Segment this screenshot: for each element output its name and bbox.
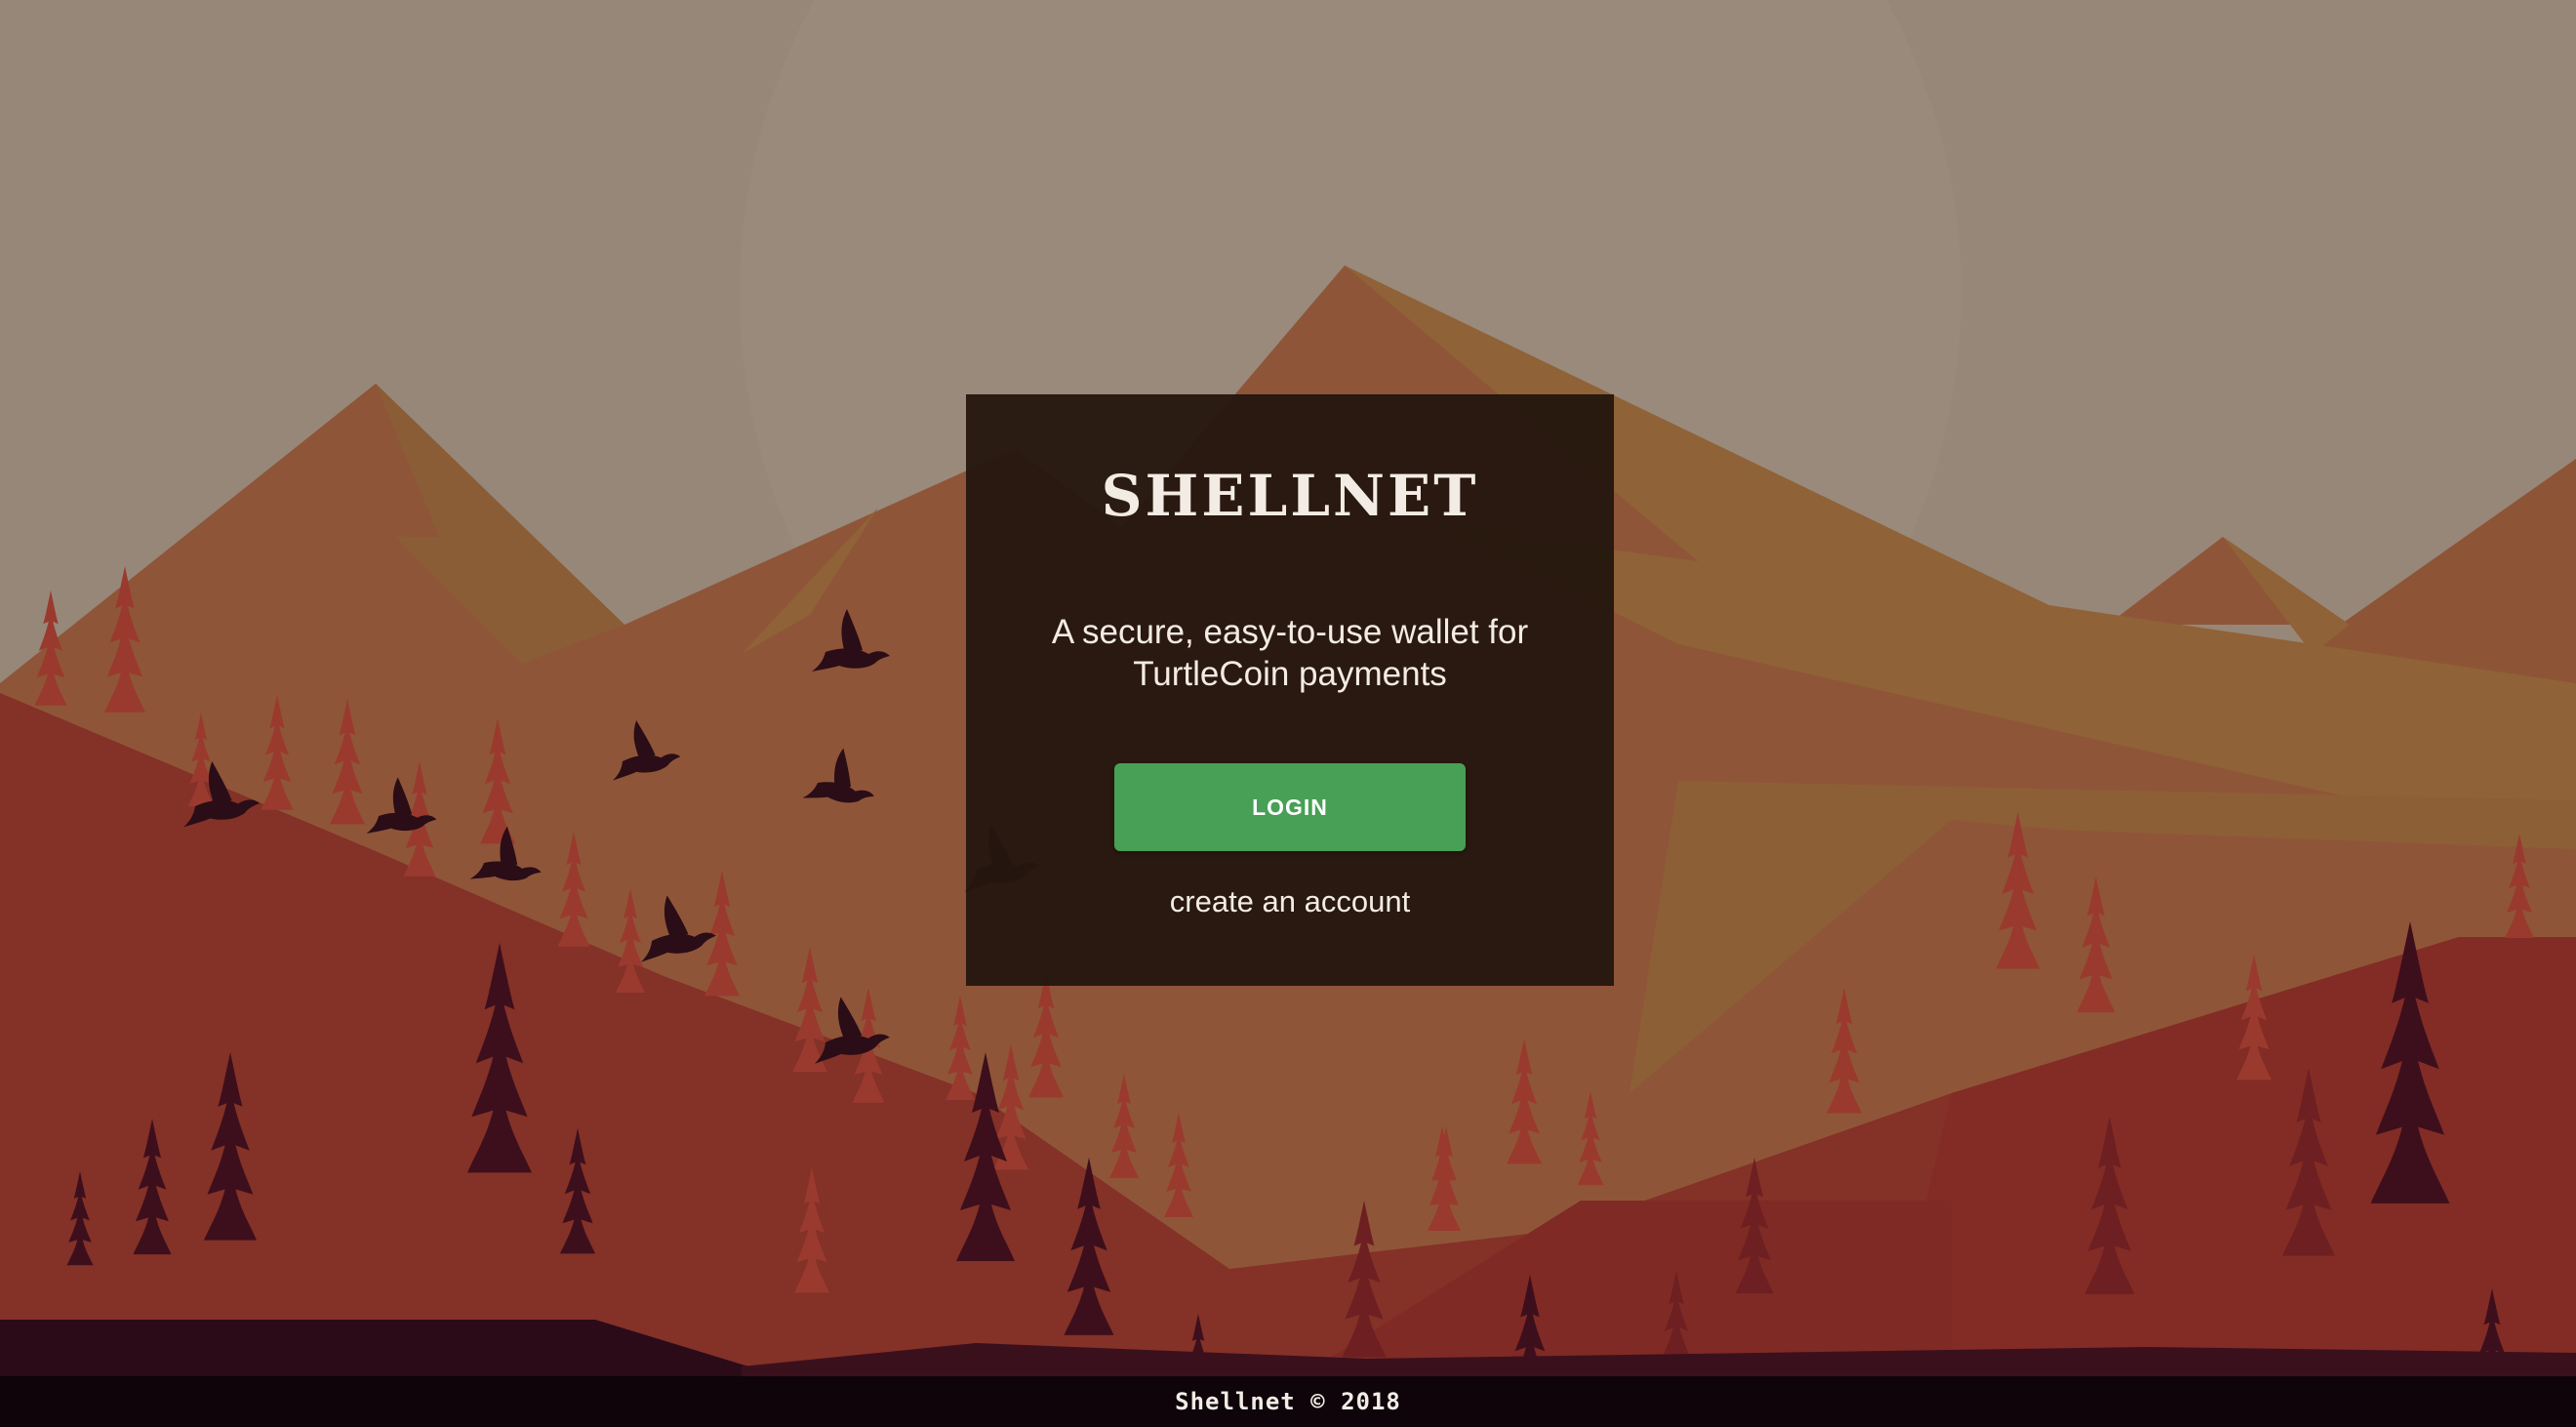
footer-copyright: Shellnet © 2018 bbox=[0, 1376, 2576, 1427]
app-tagline: A secure, easy-to-use wallet for TurtleC… bbox=[1051, 613, 1529, 693]
app-title: SHELLNET bbox=[1101, 463, 1479, 529]
login-page: SHELLNET A secure, easy-to-use wallet fo… bbox=[0, 0, 2576, 1427]
create-account-link[interactable]: create an account bbox=[966, 884, 1614, 919]
login-card: SHELLNET A secure, easy-to-use wallet fo… bbox=[966, 394, 1614, 986]
login-button[interactable]: LOGIN bbox=[1114, 763, 1466, 851]
